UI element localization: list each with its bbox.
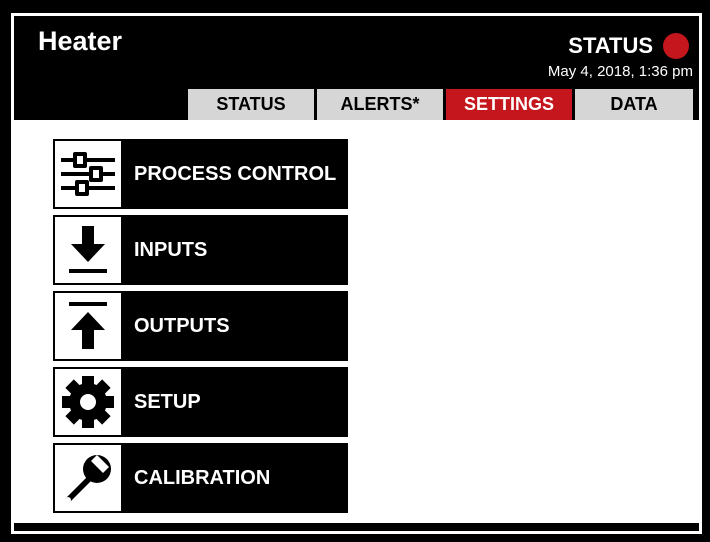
tab-bar: STATUS ALERTS* SETTINGS DATA — [188, 89, 693, 120]
outputs-button[interactable]: OUTPUTS — [53, 291, 348, 361]
process-control-label: PROCESS CONTROL — [134, 163, 337, 185]
status-label: STATUS — [568, 33, 653, 58]
status-indicator-icon — [663, 33, 689, 59]
calibration-label: CALIBRATION — [134, 467, 271, 489]
setup-button[interactable]: SETUP — [53, 367, 348, 437]
setup-label: SETUP — [134, 391, 201, 413]
calibration-button[interactable]: CALIBRATION — [53, 443, 348, 513]
tab-data[interactable]: DATA — [575, 89, 693, 120]
tab-alerts[interactable]: ALERTS* — [317, 89, 443, 120]
upload-arrow-icon — [55, 293, 121, 359]
process-control-button[interactable]: PROCESS CONTROL — [53, 139, 348, 209]
inputs-button[interactable]: INPUTS — [53, 215, 348, 285]
gear-icon — [55, 369, 121, 435]
settings-panel: PROCESS CONTROL INPUTS OUTPUTS SETUP CAL… — [14, 120, 699, 523]
wrench-icon — [55, 445, 121, 511]
screen-frame: Heater STATUS May 4, 2018, 1:36 pm STATU… — [11, 13, 702, 534]
sliders-icon — [55, 141, 121, 207]
inputs-label: INPUTS — [134, 239, 208, 261]
header-bar: Heater STATUS May 4, 2018, 1:36 pm STATU… — [14, 16, 699, 120]
datetime: May 4, 2018, 1:36 pm — [547, 63, 693, 80]
download-arrow-icon — [55, 217, 121, 283]
tab-status[interactable]: STATUS — [188, 89, 314, 120]
outputs-label: OUTPUTS — [134, 315, 230, 337]
app-title: Heater — [38, 26, 123, 56]
tab-settings[interactable]: SETTINGS — [446, 89, 572, 120]
